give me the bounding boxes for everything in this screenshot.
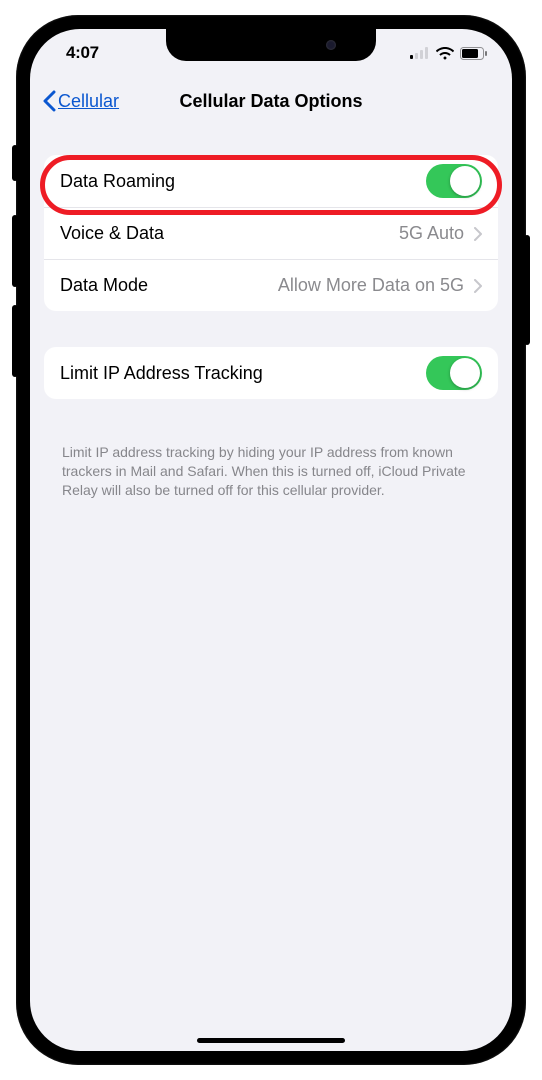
chevron-right-icon <box>474 227 482 241</box>
page-title: Cellular Data Options <box>179 91 362 112</box>
back-button[interactable]: Cellular <box>42 90 119 112</box>
status-time: 4:07 <box>66 43 99 63</box>
content: Data Roaming Voice & Data 5G Auto Data M… <box>30 125 512 500</box>
screen: 4:07 Cellular Cellular Data Opt <box>30 29 512 1051</box>
settings-group-2: Limit IP Address Tracking <box>44 347 498 399</box>
voice-data-label: Voice & Data <box>60 223 399 244</box>
nav-bar: Cellular Cellular Data Options <box>30 77 512 125</box>
data-mode-label: Data Mode <box>60 275 278 296</box>
data-roaming-cell[interactable]: Data Roaming <box>44 155 498 207</box>
toggle-knob-icon <box>450 358 480 388</box>
chevron-left-icon <box>42 90 56 112</box>
limit-ip-label: Limit IP Address Tracking <box>60 363 426 384</box>
limit-ip-toggle[interactable] <box>426 356 482 390</box>
data-mode-cell[interactable]: Data Mode Allow More Data on 5G <box>44 259 498 311</box>
voice-data-value: 5G Auto <box>399 223 464 244</box>
back-label: Cellular <box>58 91 119 112</box>
toggle-knob-icon <box>450 166 480 196</box>
signal-icon <box>410 47 430 59</box>
limit-ip-cell[interactable]: Limit IP Address Tracking <box>44 347 498 399</box>
front-camera-icon <box>326 40 336 50</box>
phone-frame: 4:07 Cellular Cellular Data Opt <box>16 15 526 1065</box>
notch <box>166 29 376 61</box>
settings-group-1: Data Roaming Voice & Data 5G Auto Data M… <box>44 155 498 311</box>
home-indicator[interactable] <box>197 1038 345 1043</box>
data-roaming-label: Data Roaming <box>60 171 426 192</box>
voice-data-cell[interactable]: Voice & Data 5G Auto <box>44 207 498 259</box>
footer-text: Limit IP address tracking by hiding your… <box>44 435 498 500</box>
wifi-icon <box>436 47 454 60</box>
battery-icon <box>460 47 488 60</box>
chevron-right-icon <box>474 279 482 293</box>
data-roaming-toggle[interactable] <box>426 164 482 198</box>
status-right <box>410 47 488 60</box>
data-mode-value: Allow More Data on 5G <box>278 275 464 296</box>
